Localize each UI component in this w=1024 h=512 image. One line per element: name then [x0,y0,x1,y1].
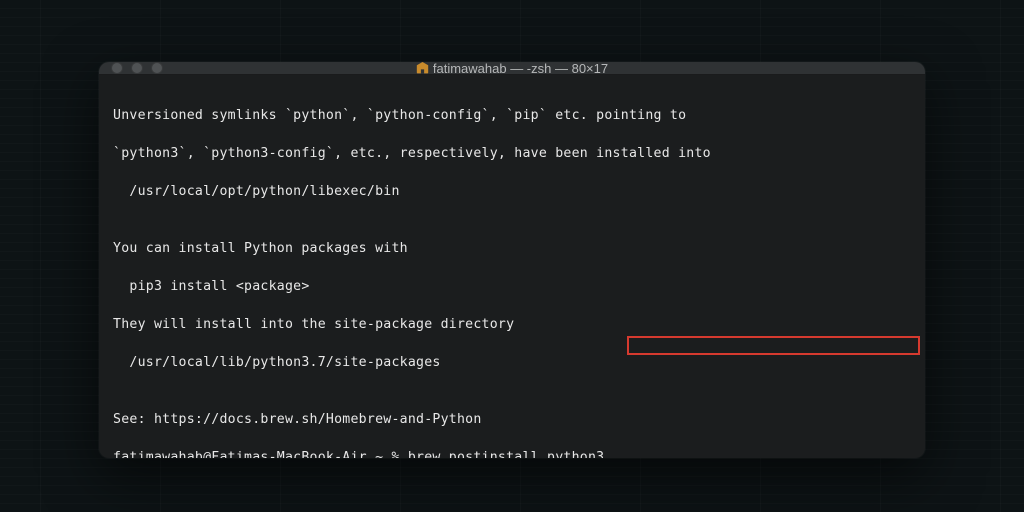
output-line: `python3`, `python3-config`, etc., respe… [113,144,911,163]
output-line: See: https://docs.brew.sh/Homebrew-and-P… [113,410,911,429]
terminal-output[interactable]: Unversioned symlinks `python`, `python-c… [99,75,925,458]
output-line: Unversioned symlinks `python`, `python-c… [113,106,911,125]
titlebar[interactable]: fatimawahab — -zsh — 80×17 [99,62,925,75]
traffic-lights [99,62,163,74]
home-folder-icon [416,62,429,74]
prompt-line: fatimawahab@Fatimas-MacBook-Air ~ % brew… [113,448,911,458]
output-line: pip3 install <package> [113,277,911,296]
zoom-icon[interactable] [151,62,163,74]
output-line: /usr/local/lib/python3.7/site-packages [113,353,911,372]
output-line: You can install Python packages with [113,239,911,258]
terminal-window: fatimawahab — -zsh — 80×17 Unversioned s… [99,62,925,458]
window-title: fatimawahab — -zsh — 80×17 [99,62,925,76]
window-title-text: fatimawahab — -zsh — 80×17 [433,62,608,76]
minimize-icon[interactable] [131,62,143,74]
close-icon[interactable] [111,62,123,74]
output-line: /usr/local/opt/python/libexec/bin [113,182,911,201]
output-line: They will install into the site-package … [113,315,911,334]
